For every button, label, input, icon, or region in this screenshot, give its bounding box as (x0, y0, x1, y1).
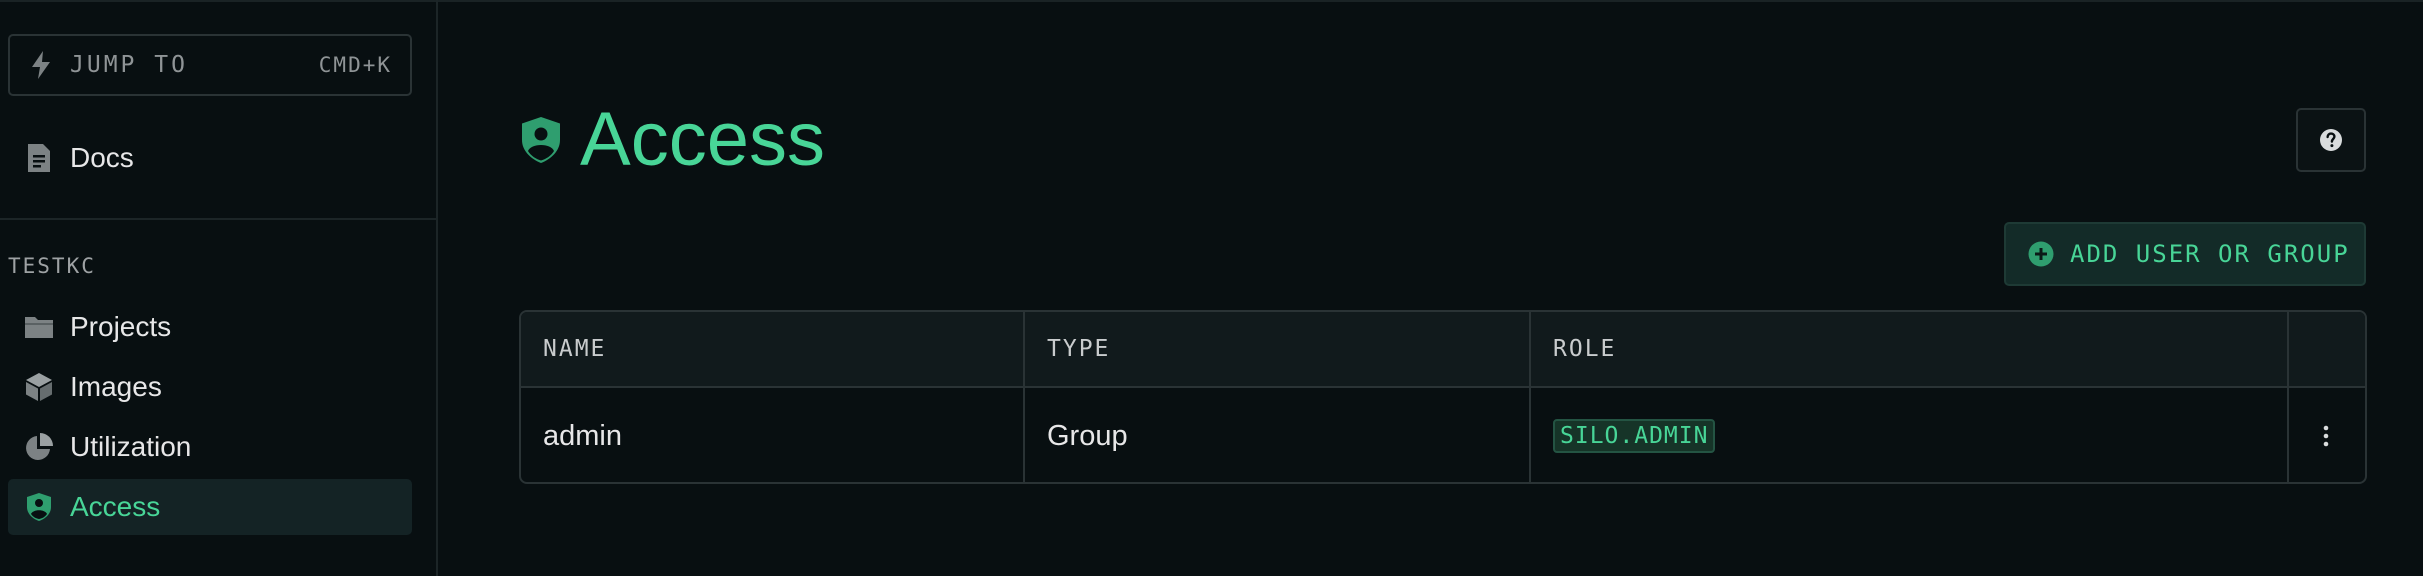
help-button[interactable] (2296, 108, 2366, 172)
cell-type: Group (1047, 419, 1128, 452)
sidebar-divider (0, 218, 436, 220)
silo-section-label: TESTKC (8, 254, 96, 278)
sidebar-item-label: Projects (70, 311, 172, 342)
add-button-label: ADD USER OR GROUP (2070, 240, 2350, 268)
pie-chart-icon (24, 432, 54, 462)
sidebar-item-label: Access (70, 491, 161, 522)
page-title: Access (580, 97, 825, 182)
sidebar-item-label: Images (70, 371, 162, 402)
question-icon (2320, 129, 2342, 151)
jump-to-label: JUMP TO (70, 52, 188, 78)
table-header: NAME TYPE ROLE (521, 312, 2365, 388)
jump-to-shortcut: CMD+K (318, 53, 392, 77)
lightning-icon (32, 51, 50, 79)
sidebar-item-label: Utilization (70, 431, 192, 462)
sidebar-item-images[interactable]: Images (8, 359, 412, 415)
column-header-type[interactable]: TYPE (1025, 312, 1529, 386)
table-row: admin Group SILO.ADMIN (521, 388, 2365, 482)
add-user-or-group-button[interactable]: ADD USER OR GROUP (2004, 222, 2366, 286)
sidebar-item-projects[interactable]: Projects (8, 299, 412, 355)
jump-to-button[interactable]: JUMP TO CMD+K (8, 34, 412, 96)
more-vertical-icon (2323, 425, 2329, 447)
sidebar-item-access[interactable]: Access (8, 479, 412, 535)
sidebar-item-utilization[interactable]: Utilization (8, 419, 412, 475)
page-header: Access (520, 96, 825, 183)
access-table: NAME TYPE ROLE admin Group SILO.ADMIN (519, 310, 2367, 484)
role-badge: SILO.ADMIN (1553, 419, 1716, 453)
folder-icon (24, 312, 54, 342)
column-header-role[interactable]: ROLE (1531, 312, 2287, 386)
column-header-name[interactable]: NAME (521, 312, 1023, 386)
cell-name: admin (543, 419, 622, 452)
row-actions-button[interactable] (2287, 388, 2365, 482)
sidebar-item-label: Docs (70, 142, 134, 173)
sidebar: JUMP TO CMD+K Docs TESTKC Projects Image… (0, 0, 438, 576)
shield-user-icon (522, 116, 560, 163)
column-divider (2287, 312, 2289, 386)
cell-role: SILO.ADMIN (1531, 388, 2287, 482)
shield-user-icon (24, 492, 54, 522)
plus-circle-icon (2028, 241, 2054, 267)
sidebar-item-docs[interactable]: Docs (8, 130, 412, 186)
cube-icon (24, 372, 54, 402)
document-icon (24, 143, 54, 173)
